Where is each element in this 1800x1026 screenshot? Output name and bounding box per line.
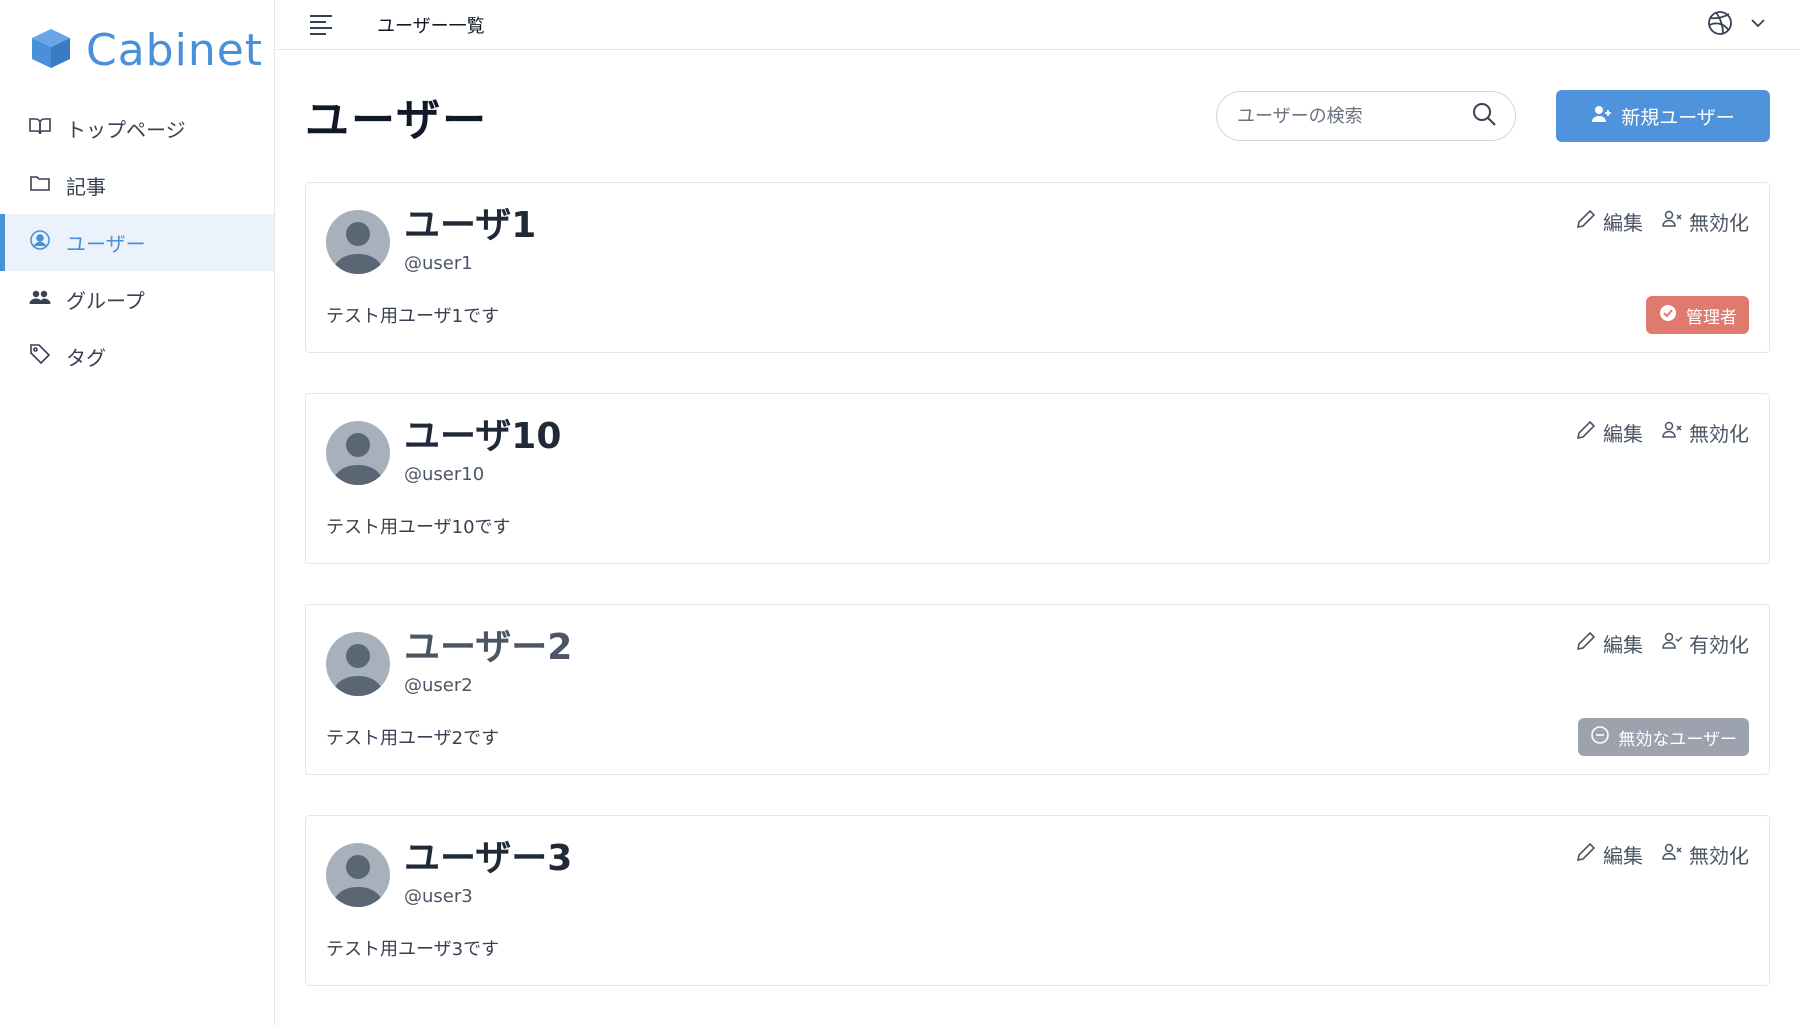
sidebar-item-label: 記事 [66, 175, 106, 199]
user-name[interactable]: ユーザ1 [404, 203, 536, 249]
minus-circle-icon [1590, 725, 1610, 750]
chevron-down-icon[interactable] [1748, 13, 1768, 37]
avatar [326, 843, 390, 907]
user-circle-icon [28, 228, 66, 257]
card-actions: 編集 無効化 [1575, 414, 1749, 447]
sidebar-item-articles[interactable]: 記事 [0, 157, 274, 214]
disable-label: 無効化 [1689, 844, 1749, 868]
user-handle: @user10 [404, 464, 485, 485]
user-card: ユーザ10 @user10 編集 無効化 テスト用ユーザ10です [305, 393, 1770, 564]
user-handle: @user3 [404, 886, 473, 907]
user-name[interactable]: ユーザー2 [404, 625, 572, 671]
edit-button[interactable]: 編集 [1575, 418, 1643, 447]
pencil-icon [1575, 841, 1597, 868]
edit-label: 編集 [1603, 844, 1643, 868]
sidebar-item-label: グループ [66, 289, 145, 313]
user-description: テスト用ユーザ3です [326, 939, 500, 960]
user-description: テスト用ユーザ10です [326, 517, 511, 538]
sidebar-item-label: タグ [66, 346, 106, 370]
book-icon [28, 114, 66, 143]
new-user-button[interactable]: 新規ユーザー [1556, 90, 1770, 142]
edit-label: 編集 [1603, 211, 1643, 235]
sidebar-item-top[interactable]: トップページ [0, 100, 274, 157]
user-handle: @user2 [404, 675, 473, 696]
topbar-title: ユーザー一覧 [377, 15, 485, 37]
user-name[interactable]: ユーザー3 [404, 836, 572, 882]
pencil-icon [1575, 630, 1597, 657]
avatar [326, 210, 390, 274]
admin-badge: 管理者 [1646, 296, 1749, 334]
content: ユーザー 新規ユーザー [275, 50, 1800, 1026]
disable-button[interactable]: 無効化 [1661, 840, 1749, 869]
menu-toggle-icon[interactable] [307, 10, 337, 40]
user-name[interactable]: ユーザ10 [404, 414, 561, 460]
edit-button[interactable]: 編集 [1575, 207, 1643, 236]
page-title: ユーザー [305, 95, 489, 146]
app: Cabinet トップページ 記事 ユーザー グループ タグ ユーザー一覧 ユー… [0, 0, 1800, 1026]
users-icon [28, 285, 66, 314]
new-user-label: 新規ユーザー [1621, 106, 1735, 129]
user-description: テスト用ユーザ2です [326, 728, 500, 749]
sidebar-item-label: トップページ [66, 118, 186, 142]
avatar [326, 421, 390, 485]
card-actions: 編集 有効化 [1575, 625, 1749, 658]
folder-icon [28, 171, 66, 200]
tag-icon [28, 342, 66, 371]
user-plus-icon [1591, 103, 1613, 130]
edit-label: 編集 [1603, 422, 1643, 446]
edit-label: 編集 [1603, 633, 1643, 657]
edit-button[interactable]: 編集 [1575, 840, 1643, 869]
disable-button[interactable]: 無効化 [1661, 207, 1749, 236]
user-x-icon [1661, 208, 1683, 235]
badge-label: 管理者 [1686, 307, 1737, 328]
pencil-icon [1575, 419, 1597, 446]
card-actions: 編集 無効化 [1575, 203, 1749, 236]
pencil-icon [1575, 208, 1597, 235]
search-icon[interactable] [1471, 101, 1497, 131]
search-input[interactable] [1237, 105, 1471, 127]
disable-button[interactable]: 無効化 [1661, 418, 1749, 447]
enable-button[interactable]: 有効化 [1661, 629, 1749, 658]
user-card: ユーザー2 @user2 編集 有効化 テスト用ユーザ2です 無効なユーザー [305, 604, 1770, 775]
enable-label: 有効化 [1689, 633, 1749, 657]
user-x-icon [1661, 419, 1683, 446]
disable-label: 無効化 [1689, 422, 1749, 446]
sidebar-nav: トップページ 記事 ユーザー グループ タグ [0, 100, 274, 385]
user-card: ユーザー3 @user3 編集 無効化 テスト用ユーザ3です [305, 815, 1770, 986]
page-header: ユーザー 新規ユーザー [305, 50, 1770, 182]
disabled-badge: 無効なユーザー [1578, 718, 1749, 756]
brand[interactable]: Cabinet [0, 0, 274, 100]
user-description: テスト用ユーザ1です [326, 306, 500, 327]
topbar-right [1706, 9, 1768, 41]
main: ユーザー一覧 ユーザー ユーザーの検索 新規ユーザー ユーザ1 @user1 編… [275, 0, 1800, 1026]
user-check-icon [1661, 630, 1683, 657]
sidebar-item-tags[interactable]: タグ [0, 328, 274, 385]
user-x-icon [1661, 841, 1683, 868]
search-box [1216, 91, 1516, 141]
sidebar-item-groups[interactable]: グループ [0, 271, 274, 328]
check-badge-icon [1658, 303, 1678, 328]
topbar: ユーザー一覧 [275, 0, 1800, 50]
card-actions: 編集 無効化 [1575, 836, 1749, 869]
sidebar: Cabinet トップページ 記事 ユーザー グループ タグ [0, 0, 275, 1026]
cube-logo-icon [28, 25, 74, 75]
edit-button[interactable]: 編集 [1575, 629, 1643, 658]
badge-label: 無効なユーザー [1618, 729, 1737, 750]
avatar [326, 632, 390, 696]
user-handle: @user1 [404, 253, 473, 274]
sidebar-item-label: ユーザー [66, 232, 146, 256]
user-card: ユーザ1 @user1 編集 無効化 テスト用ユーザ1です 管理者 [305, 182, 1770, 353]
disable-label: 無効化 [1689, 211, 1749, 235]
dribbble-icon[interactable] [1706, 9, 1734, 41]
brand-name: Cabinet [86, 24, 264, 76]
sidebar-item-users[interactable]: ユーザー [0, 214, 274, 271]
